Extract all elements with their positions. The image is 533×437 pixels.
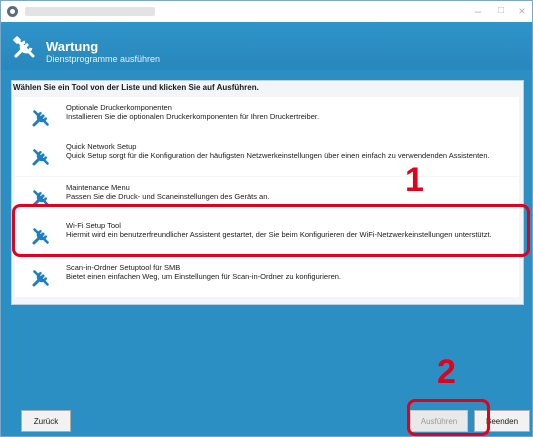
instruction-text: Wählen Sie ein Tool von der Liste und kl… [13, 83, 259, 92]
close-button[interactable]: × [512, 4, 532, 18]
tools-icon [32, 270, 49, 287]
back-button[interactable]: Zurück [21, 410, 71, 432]
page-subtitle: Dienstprogramme ausführen [46, 54, 161, 64]
maintenance-window: – □ × Wartung Dienstprogramme ausführen … [0, 0, 533, 437]
app-icon [7, 6, 18, 17]
title-bar: – □ × [1, 1, 532, 23]
tool-name: Quick Network Setup [66, 142, 137, 151]
tool-description: Installieren Sie die optionalen Druckerk… [66, 112, 320, 121]
tool-item-scan-to-folder[interactable]: Scan-in-Ordner Setuptool für SMB Bietet … [15, 257, 519, 297]
callout-number-1: 1 [405, 161, 424, 199]
highlight-wifi-setup [12, 204, 530, 257]
header-banner: Wartung Dienstprogramme ausführen [1, 22, 532, 70]
maximize-button[interactable]: □ [491, 4, 511, 18]
tool-item-quick-network-setup[interactable]: Quick Network Setup Quick Setup sorgt fü… [15, 136, 519, 176]
window-title-redacted [25, 7, 155, 16]
tool-name: Optionale Druckerkomponenten [66, 103, 172, 112]
tools-icon [13, 36, 35, 58]
tool-description: Quick Setup sorgt für die Konfiguration … [66, 151, 490, 160]
tool-item-optional-components[interactable]: Optionale Druckerkomponenten Installiere… [15, 97, 519, 137]
page-title: Wartung [46, 39, 99, 54]
minimize-button[interactable]: – [468, 4, 488, 18]
tools-icon [32, 149, 49, 166]
tools-icon [32, 110, 49, 127]
callout-number-2: 2 [437, 353, 456, 391]
tool-description: Passen Sie die Druck- und Scaneinstellun… [66, 192, 270, 201]
tool-name: Scan-in-Ordner Setuptool für SMB [66, 263, 181, 272]
highlight-run-button [407, 399, 490, 436]
tool-name: Maintenance Menu [66, 183, 130, 192]
tool-description: Bietet einen einfachen Weg, um Einstellu… [66, 272, 342, 281]
